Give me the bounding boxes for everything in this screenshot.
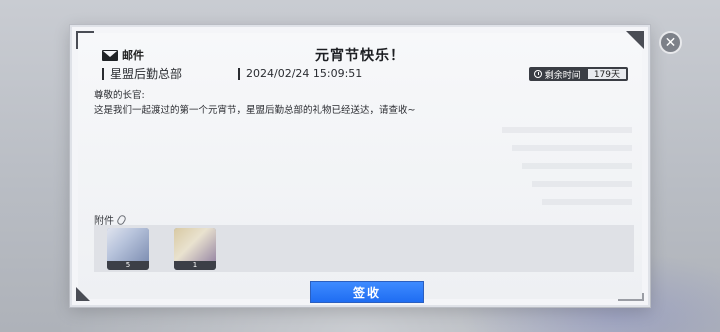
attachment-item[interactable]: 5 xyxy=(107,228,149,270)
mail-panel-inner: 邮件 元宵节快乐！ 星盟后勤总部 2024/02/24 15:09:51 剩余时… xyxy=(78,33,642,303)
document-bundle-icon xyxy=(174,228,216,261)
clock-icon xyxy=(533,70,542,78)
remaining-time-label-wrap: 剩余时间 xyxy=(529,68,587,81)
attachment-item[interactable]: 1 xyxy=(174,228,216,270)
attachments-label: 附件 xyxy=(94,216,114,227)
attachment-count: 5 xyxy=(107,261,149,270)
close-button[interactable]: ✕ xyxy=(659,31,682,54)
corner-decoration xyxy=(76,287,90,301)
mail-greeting: 尊敬的长官: xyxy=(94,90,145,101)
remaining-time-label: 剩余时间 xyxy=(544,70,581,81)
attachments-list: 5 1 xyxy=(94,225,634,272)
corner-decoration xyxy=(618,293,644,301)
sign-button[interactable]: 签收 xyxy=(310,281,424,303)
mail-title: 元宵节快乐！ xyxy=(315,48,405,64)
mail-message: 这是我们一起渡过的第一个元宵节，星盟后勤总部的礼物已经送达，请查收~ xyxy=(94,105,416,116)
attachment-count: 1 xyxy=(174,261,216,270)
remaining-time-value: 179天 xyxy=(586,68,627,80)
mail-date: 2024/02/24 15:09:51 xyxy=(238,68,362,80)
close-icon: ✕ xyxy=(664,34,677,51)
remaining-time-badge: 剩余时间 179天 xyxy=(528,67,628,81)
corner-decoration xyxy=(76,31,94,49)
mail-sender: 星盟后勤总部 xyxy=(102,68,182,80)
corner-decoration xyxy=(626,31,644,49)
blue-ticket-icon xyxy=(107,228,149,261)
attachments-header: 附件 xyxy=(94,212,128,227)
mail-body: 尊敬的长官: 这是我们一起渡过的第一个元宵节，星盟后勤总部的礼物已经送达，请查收… xyxy=(94,88,415,118)
envelope-watermark xyxy=(502,127,632,217)
paperclip-icon xyxy=(115,213,128,226)
mail-panel: 邮件 元宵节快乐！ 星盟后勤总部 2024/02/24 15:09:51 剩余时… xyxy=(70,25,650,307)
